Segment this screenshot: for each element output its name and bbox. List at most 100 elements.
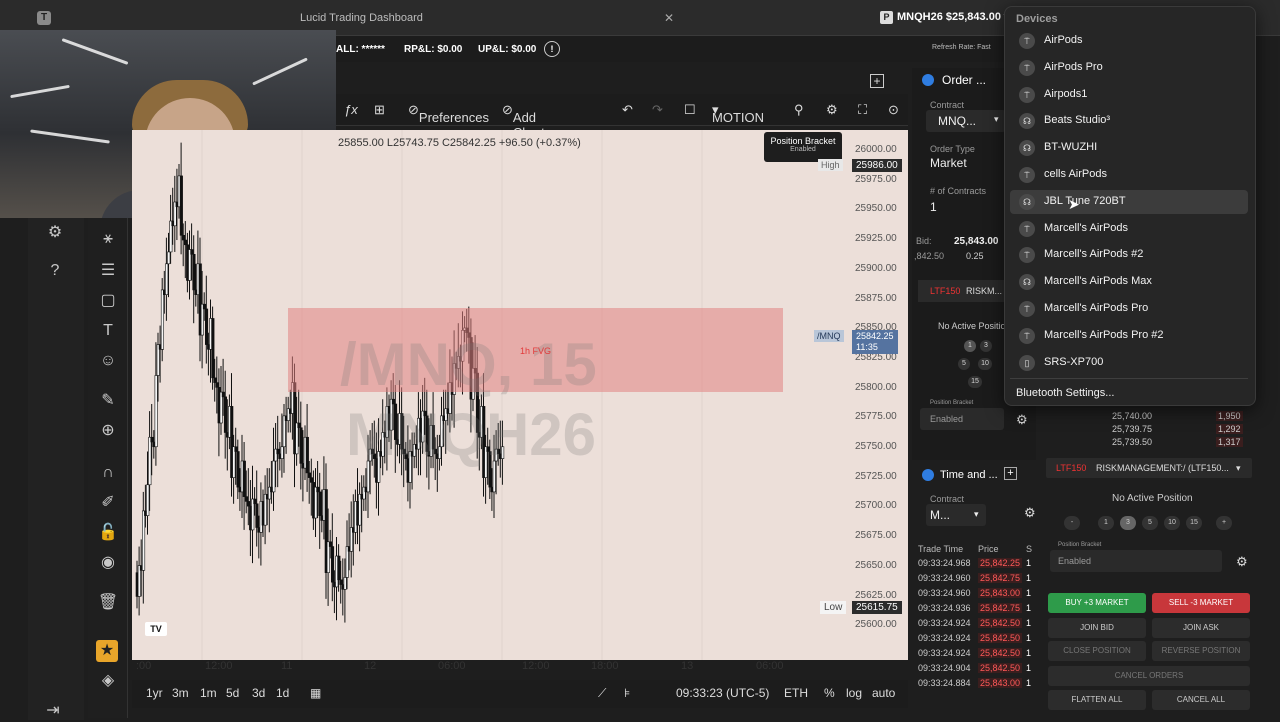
magnet-icon[interactable]: ∩ xyxy=(97,462,119,484)
layers-icon[interactable]: ◈ xyxy=(97,670,119,692)
logout-icon[interactable]: ⇥ xyxy=(42,700,64,722)
device-item[interactable]: ⍡ Marcell's AirPods Pro xyxy=(1010,297,1248,321)
range-1yr[interactable]: 1yr xyxy=(146,686,163,700)
contract-select[interactable]: MNQ... ▾ xyxy=(926,110,1006,132)
calendar-icon[interactable]: ▦ xyxy=(310,686,321,700)
qty-15[interactable]: 15 xyxy=(968,376,982,388)
device-item[interactable]: ☊ JBL Tune 720BT xyxy=(1010,189,1248,214)
range-5d[interactable]: 5d xyxy=(226,686,239,700)
bracket-select[interactable]: Enabled xyxy=(920,408,1004,430)
range-3d[interactable]: 3d xyxy=(252,686,265,700)
qty-button[interactable]: 10 xyxy=(1164,516,1180,530)
trendline-icon[interactable]: ☰ xyxy=(97,260,119,282)
alert-icon[interactable]: ⚲ xyxy=(794,102,804,118)
qty-3[interactable]: 3 xyxy=(980,340,992,352)
crosshair-icon[interactable]: ⚹ xyxy=(97,228,119,250)
trash-icon[interactable]: 🗑 xyxy=(97,592,119,614)
device-item[interactable]: ⍡ Airpods1 xyxy=(1010,83,1248,107)
ts-col-time[interactable]: Trade Time xyxy=(918,544,963,554)
device-item[interactable]: ⍡ cells AirPods xyxy=(1010,163,1248,187)
templates-icon[interactable]: ⊞ xyxy=(374,102,385,118)
rectangle-icon[interactable]: ▢ xyxy=(97,290,119,312)
app-icon[interactable]: T xyxy=(37,11,51,25)
buy-market-button[interactable]: BUY +3 MARKET xyxy=(1048,593,1146,613)
ruler-icon[interactable]: ✎ xyxy=(97,390,119,412)
gear-icon[interactable]: ⚙ xyxy=(1024,505,1036,521)
range-3m[interactable]: 3m xyxy=(172,686,189,700)
risk-select-2[interactable]: LTF150 RISKMANAGEMENT:/ (LTF150... ▾ xyxy=(1046,458,1252,478)
join-ask-button[interactable]: JOIN ASK xyxy=(1152,618,1250,638)
indicators-button[interactable]: ƒx xyxy=(344,102,358,117)
device-item[interactable]: ⍡ AirPods xyxy=(1010,29,1248,53)
cancel-orders-button[interactable]: CANCEL ORDERS xyxy=(1048,666,1250,686)
zoom-icon[interactable]: ⊕ xyxy=(97,420,119,442)
gear-icon[interactable]: ⚙ xyxy=(44,222,66,244)
auto-toggle[interactable]: auto xyxy=(872,686,895,700)
ruler-icon[interactable]: ⟋ xyxy=(598,686,606,701)
device-item[interactable]: ⍡ AirPods Pro xyxy=(1010,56,1248,80)
order-type-value[interactable]: Market xyxy=(930,156,967,170)
redo-icon[interactable]: ↷ xyxy=(652,102,663,118)
sell-market-button[interactable]: SELL -3 MARKET xyxy=(1152,593,1250,613)
motion-checkbox[interactable]: ☐ xyxy=(684,102,696,118)
flatten-all-button[interactable]: FLATTEN ALL xyxy=(1048,690,1146,710)
lock-icon[interactable]: 🔓 xyxy=(97,522,119,544)
reverse-position-button[interactable]: REVERSE POSITION xyxy=(1152,641,1250,661)
device-item[interactable]: ☊ Marcell's AirPods Max xyxy=(1010,270,1248,294)
qty-5[interactable]: 5 xyxy=(958,358,970,370)
book-price[interactable]: 25,739.50 xyxy=(1112,437,1152,447)
session-toggle[interactable]: ETH xyxy=(784,686,808,700)
bracket-select-2[interactable]: Enabled xyxy=(1050,550,1222,572)
qty-button[interactable]: - xyxy=(1064,516,1080,530)
add-icon[interactable]: + xyxy=(1004,467,1017,480)
add-panel-icon[interactable]: + xyxy=(870,74,884,88)
preferences-button[interactable]: ⊘ Preferences xyxy=(408,102,489,125)
gear-icon[interactable]: ⚙ xyxy=(1236,554,1248,570)
qty-button[interactable]: 5 xyxy=(1142,516,1158,530)
compare-icon[interactable]: ⊧ xyxy=(624,686,630,700)
clock-time[interactable]: 09:33:23 (UTC-5) xyxy=(676,686,769,700)
cancel-all-button[interactable]: CANCEL ALL xyxy=(1152,690,1250,710)
info-icon[interactable]: ! xyxy=(544,41,560,57)
qty-1[interactable]: 1 xyxy=(964,340,976,352)
device-item[interactable]: ☊ BT-WUZHI xyxy=(1010,136,1248,160)
qty-button[interactable]: + xyxy=(1216,516,1232,530)
join-bid-button[interactable]: JOIN BID xyxy=(1048,618,1146,638)
qty-button[interactable]: 15 xyxy=(1186,516,1202,530)
log-toggle[interactable]: log xyxy=(846,686,862,700)
gear-icon[interactable]: ⚙ xyxy=(1016,412,1028,428)
star-icon[interactable]: ★ xyxy=(96,640,118,662)
add-chart-link-button[interactable]: ⊘ Add Chart Link xyxy=(502,102,545,155)
bluetooth-settings-link[interactable]: Bluetooth Settings... xyxy=(1016,387,1114,399)
device-item[interactable]: ☊ Beats Studio³ xyxy=(1010,109,1248,133)
percent-toggle[interactable]: % xyxy=(824,686,835,700)
text-icon[interactable]: T xyxy=(97,320,119,342)
qty-button[interactable]: 3 xyxy=(1120,516,1136,530)
close-position-button[interactable]: CLOSE POSITION xyxy=(1048,641,1146,661)
risk-select[interactable]: LTF150 RISKM... xyxy=(918,280,1010,302)
contracts-input[interactable]: 1 xyxy=(930,200,937,214)
emoji-icon[interactable]: ☺ xyxy=(97,350,119,372)
device-item[interactable]: ⍡ Marcell's AirPods Pro #2 xyxy=(1010,324,1248,348)
position-bracket-badge[interactable]: Position Bracket Enabled xyxy=(764,132,842,162)
motion-dropdown[interactable]: MOTION ▾ xyxy=(712,102,764,125)
range-1d[interactable]: 1d xyxy=(276,686,289,700)
qty-button[interactable]: 1 xyxy=(1098,516,1114,530)
close-icon[interactable]: ✕ xyxy=(664,11,674,25)
device-item[interactable]: ⍡ Marcell's AirPods #2 xyxy=(1010,243,1248,267)
eye-icon[interactable]: ◉ xyxy=(97,552,119,574)
ts-col-size[interactable]: S xyxy=(1026,544,1032,554)
fullscreen-icon[interactable]: ⛶ xyxy=(858,102,867,118)
account-ticker[interactable]: P MNQH26 $25,843.00 ▾ xyxy=(880,10,1010,24)
book-price[interactable]: 25,740.00 xyxy=(1112,411,1152,421)
help-icon[interactable]: ? xyxy=(44,260,66,282)
device-item[interactable]: ▯ SRS-XP700 xyxy=(1010,351,1248,375)
device-item[interactable]: ⍡ Marcell's AirPods xyxy=(1010,217,1248,241)
book-price[interactable]: 25,739.75 xyxy=(1112,424,1152,434)
ts-contract-select[interactable]: M... ▾ xyxy=(926,504,986,526)
qty-10[interactable]: 10 xyxy=(978,358,992,370)
pencil-icon[interactable]: ✐ xyxy=(97,492,119,514)
undo-icon[interactable]: ↶ xyxy=(622,102,633,118)
ts-col-price[interactable]: Price xyxy=(978,544,999,554)
range-1m[interactable]: 1m xyxy=(200,686,217,700)
